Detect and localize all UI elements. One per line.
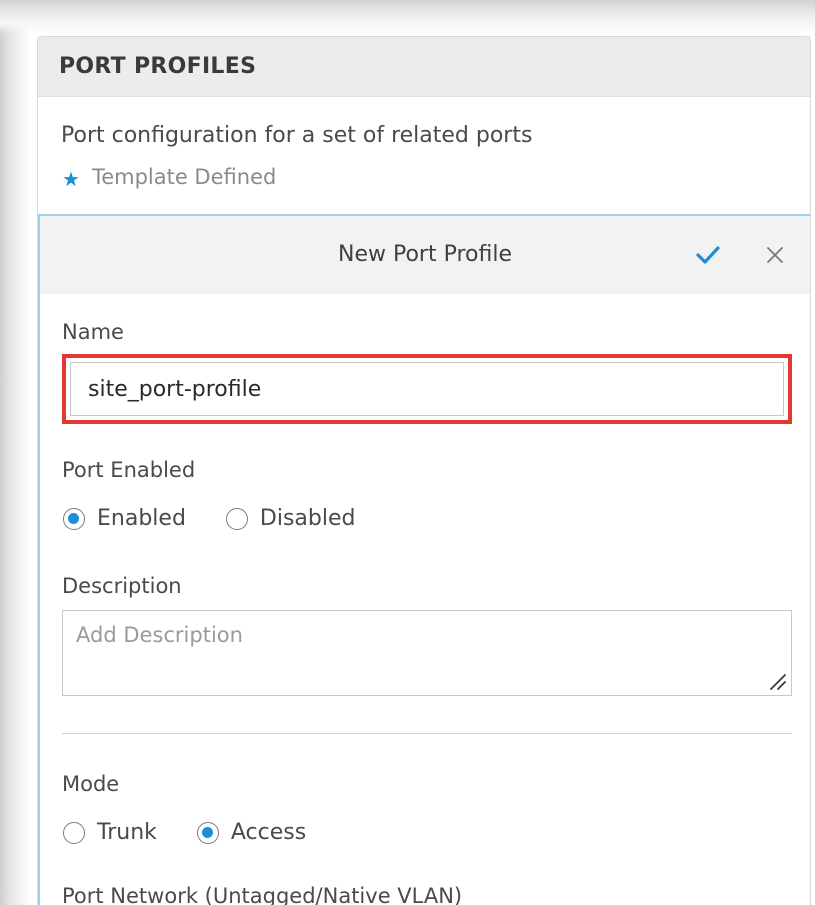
- name-label: Name: [62, 320, 124, 344]
- star-icon: ★: [62, 167, 80, 191]
- template-defined-label: Template Defined: [91, 165, 277, 189]
- close-icon[interactable]: [766, 246, 784, 264]
- radio-disabled-label: Disabled: [259, 506, 356, 531]
- card-title: New Port Profile: [338, 242, 512, 267]
- radio-access-label: Access: [230, 820, 307, 845]
- radio-trunk[interactable]: [63, 821, 85, 844]
- port-enabled-radio-group: Enabled Disabled: [63, 506, 395, 531]
- check-icon[interactable]: [696, 245, 720, 265]
- port-enabled-label: Port Enabled: [62, 458, 196, 482]
- mode-radio-group: Trunk Access: [63, 820, 346, 845]
- name-input[interactable]: site_port-profile: [70, 362, 784, 416]
- resize-handle-icon[interactable]: [765, 669, 787, 691]
- panel-title: PORT PROFILES: [59, 54, 257, 79]
- radio-option-access[interactable]: Access: [196, 820, 307, 845]
- radio-option-enabled[interactable]: Enabled: [63, 506, 186, 531]
- card-header: New Port Profile: [40, 216, 810, 294]
- radio-option-disabled[interactable]: Disabled: [225, 506, 356, 531]
- radio-enabled[interactable]: [63, 507, 85, 530]
- mode-label: Mode: [62, 772, 120, 796]
- radio-option-trunk[interactable]: Trunk: [63, 820, 157, 845]
- radio-trunk-label: Trunk: [97, 820, 157, 845]
- name-highlight-box: site_port-profile: [62, 354, 792, 424]
- description-label: Description: [62, 574, 182, 598]
- section-divider: [62, 733, 792, 734]
- radio-enabled-label: Enabled: [97, 506, 186, 531]
- description-placeholder: Add Description: [76, 623, 243, 647]
- port-profiles-panel: PORT PROFILES Port configuration for a s…: [37, 36, 811, 905]
- description-textarea[interactable]: Add Description: [62, 610, 792, 696]
- radio-disabled[interactable]: [225, 507, 248, 530]
- template-defined-legend: ★ Template Defined: [62, 165, 277, 191]
- radio-access[interactable]: [196, 821, 219, 844]
- new-port-profile-card: New Port Profile Name site_port-profile …: [38, 214, 810, 905]
- panel-header: PORT PROFILES: [38, 37, 810, 97]
- port-network-label: Port Network (Untagged/Native VLAN): [62, 884, 463, 905]
- panel-description: Port configuration for a set of related …: [61, 123, 533, 148]
